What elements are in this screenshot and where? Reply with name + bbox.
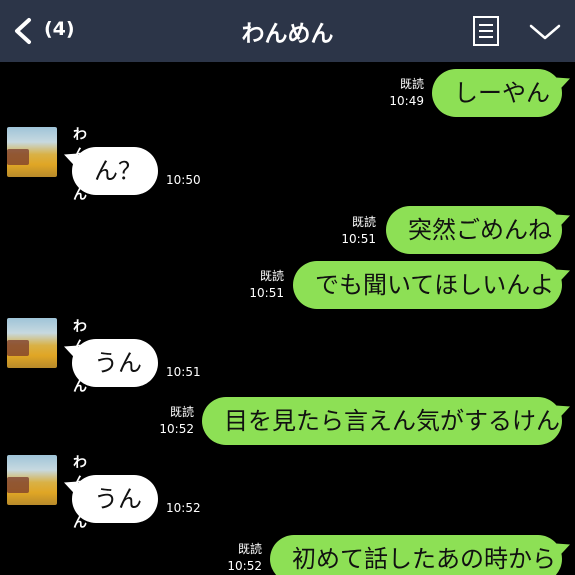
message-time: 10:51 xyxy=(249,286,284,300)
avatar[interactable] xyxy=(7,127,57,177)
chevron-down-icon[interactable] xyxy=(528,22,562,42)
avatar[interactable] xyxy=(7,455,57,505)
read-receipt: 既読 xyxy=(237,542,262,556)
incoming-bubble[interactable]: ん？ xyxy=(72,147,158,195)
chat-header: (4) わんめん xyxy=(0,0,575,62)
read-receipt: 既読 xyxy=(169,405,194,419)
chevron-left-icon[interactable] xyxy=(12,17,34,45)
chat-screen: (4) わんめん 既読 10:49 しーやん わんめん ん？ 10:50 既読 … xyxy=(0,0,575,575)
avatar[interactable] xyxy=(7,318,57,368)
incoming-bubble[interactable]: うん xyxy=(72,339,158,387)
incoming-bubble[interactable]: うん xyxy=(72,475,158,523)
message-time: 10:52 xyxy=(227,559,262,573)
outgoing-bubble[interactable]: 目を見たら言えん気がするけん xyxy=(202,397,562,445)
back-button[interactable]: (4) xyxy=(0,0,90,62)
message-time: 10:51 xyxy=(166,365,201,379)
read-receipt: 既読 xyxy=(259,269,284,283)
outgoing-bubble[interactable]: 突然ごめんね xyxy=(386,206,562,254)
outgoing-bubble[interactable]: でも聞いてほしいんよ xyxy=(293,261,562,309)
message-meta: 既読 10:51 xyxy=(230,268,284,302)
read-receipt: 既読 xyxy=(399,77,424,91)
message-time: 10:51 xyxy=(341,232,376,246)
notes-icon[interactable] xyxy=(472,15,500,47)
message-time: 10:52 xyxy=(166,501,201,515)
outgoing-bubble[interactable]: 初めて話したあの時から xyxy=(270,535,562,575)
message-meta: 既読 10:52 xyxy=(208,541,262,575)
message-time: 10:52 xyxy=(159,422,194,436)
outgoing-bubble[interactable]: しーやん xyxy=(432,69,562,117)
unread-count[interactable]: (4) xyxy=(44,18,75,40)
message-meta: 既読 10:51 xyxy=(322,214,376,248)
message-time: 10:50 xyxy=(166,173,201,187)
read-receipt: 既読 xyxy=(351,215,376,229)
message-time: 10:49 xyxy=(389,94,424,108)
message-meta: 既読 10:52 xyxy=(140,404,194,438)
message-meta: 既読 10:49 xyxy=(370,76,424,110)
